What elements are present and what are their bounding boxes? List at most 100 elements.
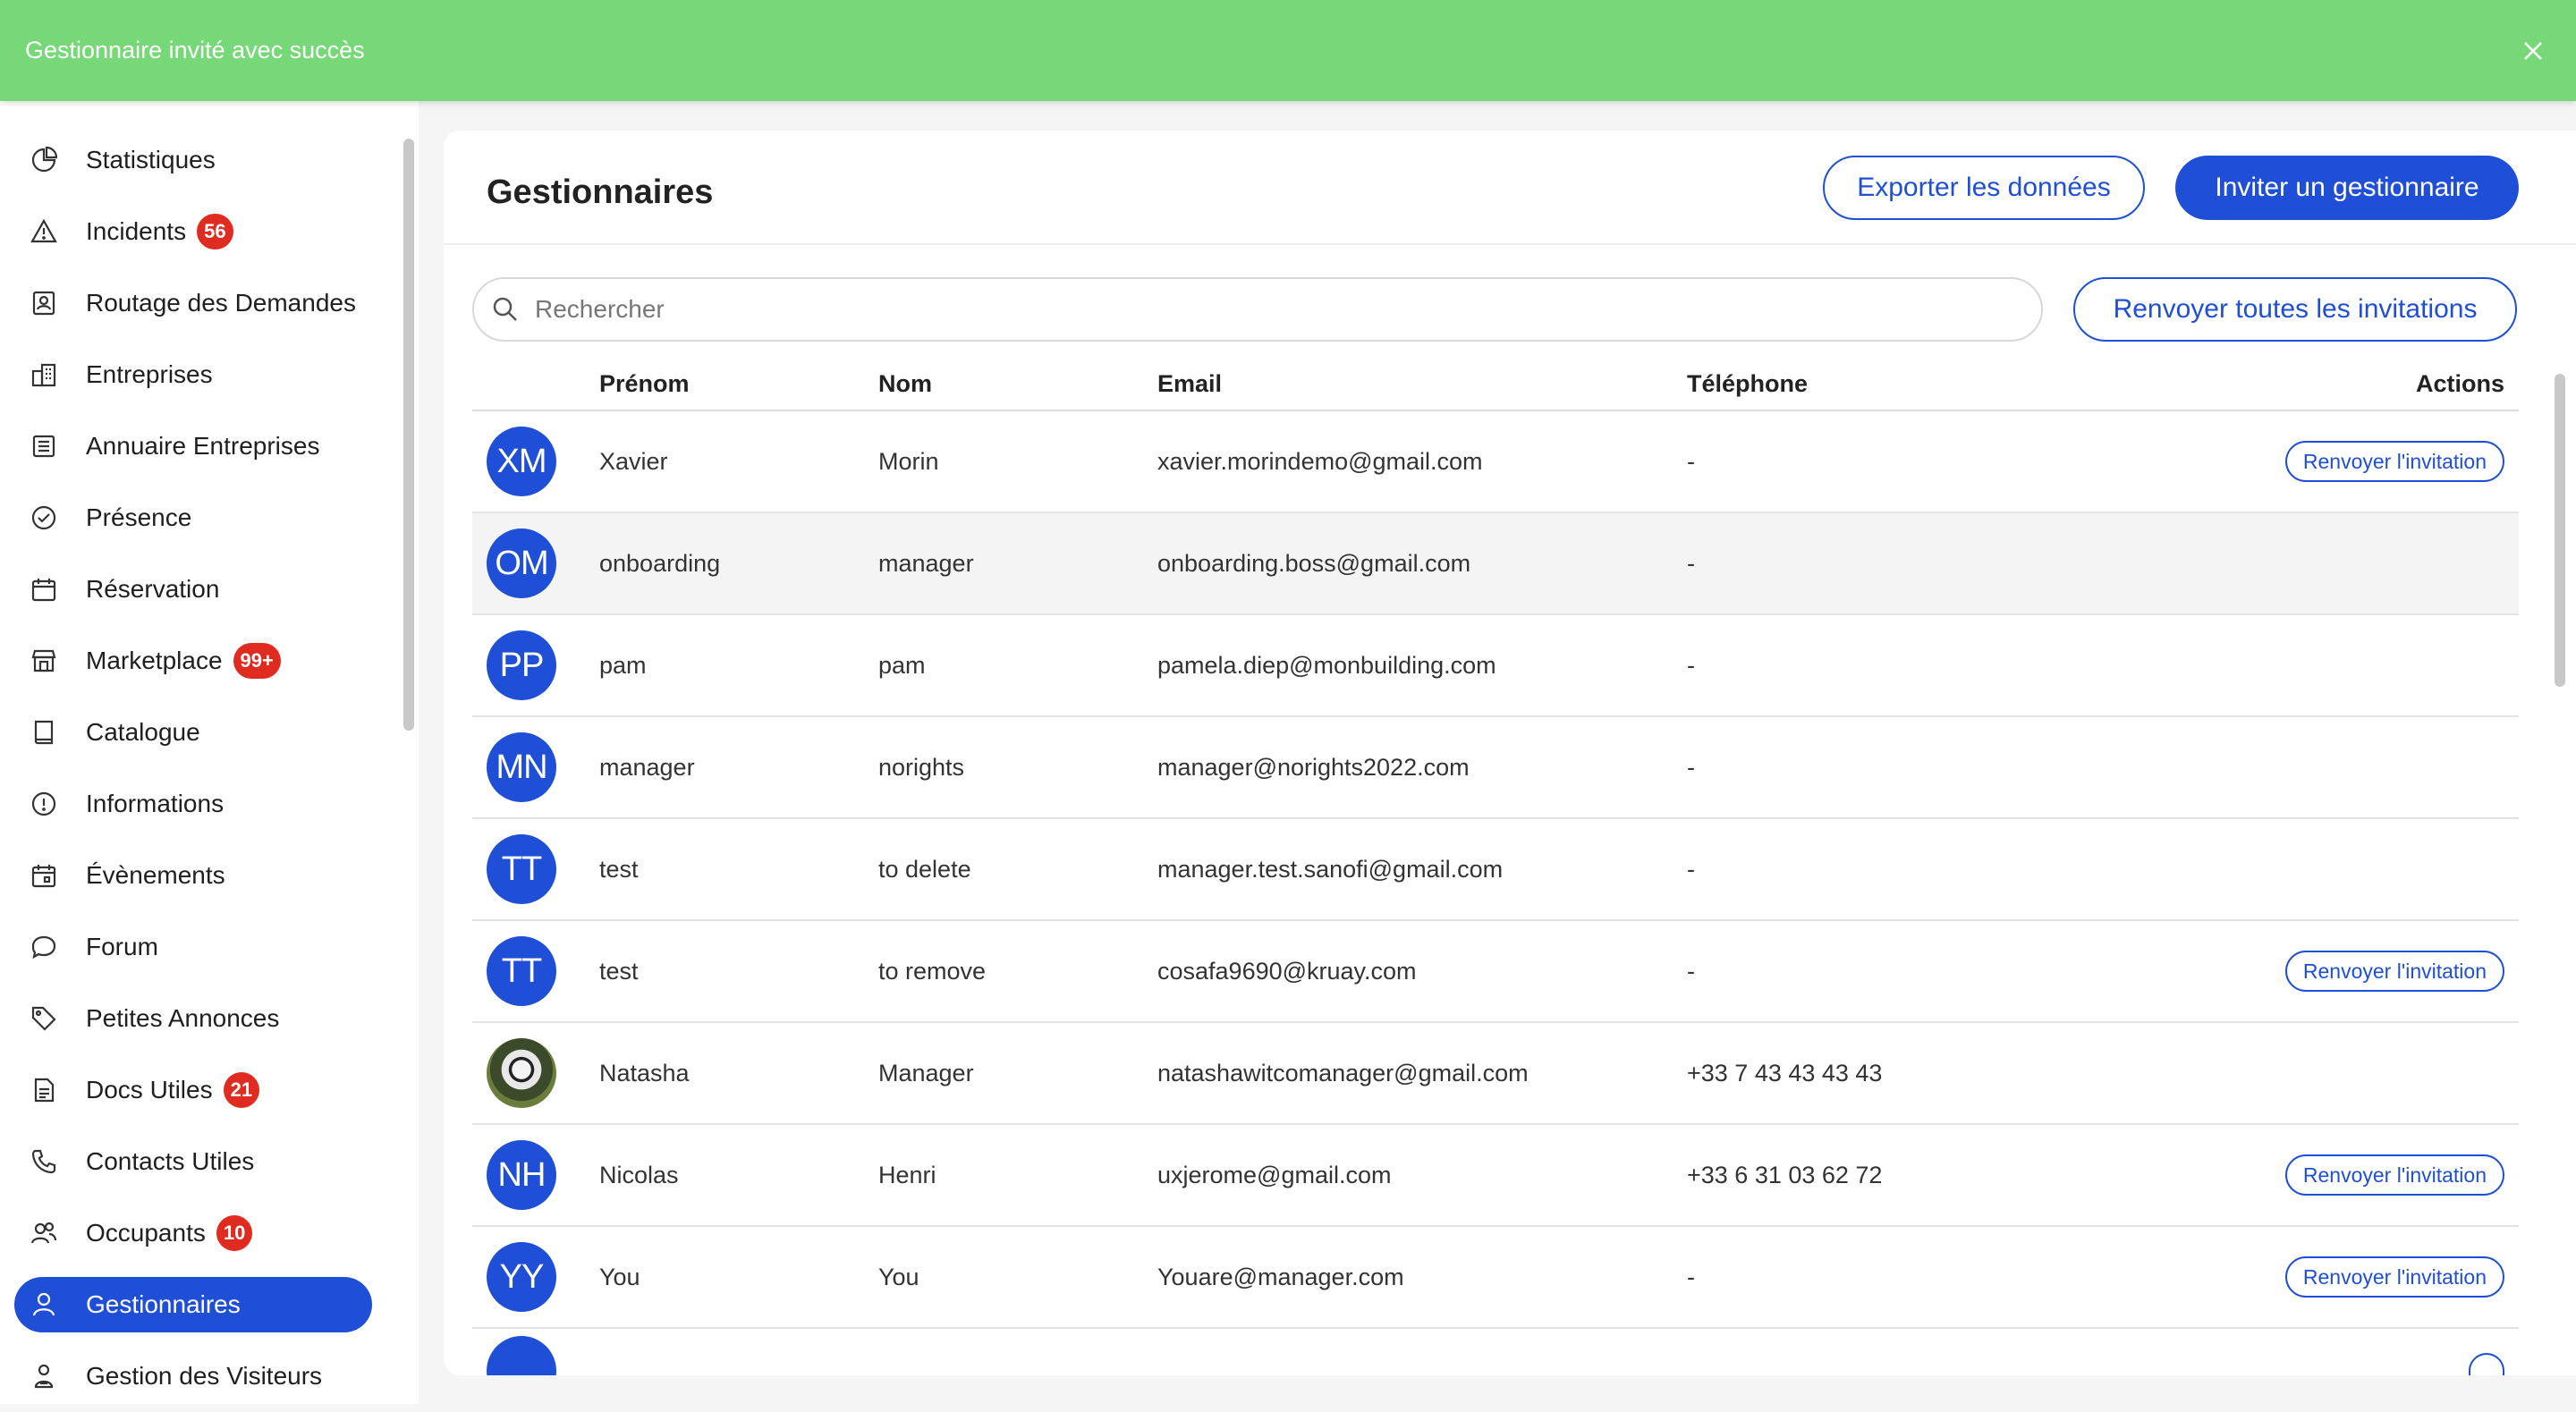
sidebar-item-evenements[interactable]: Évènements [14,840,372,911]
column-header-phone[interactable]: Téléphone [1687,370,2224,398]
resend-invitation-button[interactable]: Renvoyer l'invitation [2284,1256,2504,1298]
resend-all-invitations-button[interactable]: Renvoyer toutes les invitations [2073,277,2517,342]
sidebar-item-label: Entreprises [86,360,213,388]
sidebar-item-label: Réservation [86,575,220,603]
sidebar-item-marketplace[interactable]: Marketplace 99+ [14,625,372,697]
table-row[interactable]: TT test to delete manager.test.sanofi@gmail… [472,819,2519,921]
sidebar-item-occupants[interactable]: Occupants 10 [14,1197,372,1269]
chat-bubble-icon [29,932,59,962]
sidebar-item-label: Contacts Utiles [86,1147,255,1175]
table-row[interactable]: PP pam pam pamela.diep@monbuilding.com - [472,615,2519,717]
cell-actions: Renvoyer l'invitation [2224,951,2519,992]
sidebar-item-contacts-utiles[interactable]: Contacts Utiles [14,1126,372,1197]
phone-icon [29,1146,59,1177]
cell-lastname: Morin [878,447,939,475]
cell-lastname: to remove [878,957,987,985]
sidebar-item-label: Informations [86,790,225,817]
search-input[interactable] [535,295,1966,324]
document-icon [29,1075,59,1105]
check-circle-icon [29,503,59,533]
count-badge: 21 [223,1072,260,1108]
column-header-firstname[interactable]: Prénom [599,370,878,398]
cell-email: manager.test.sanofi@gmail.com [1157,855,1504,883]
sidebar-item-docs-utiles[interactable]: Docs Utiles 21 [14,1054,372,1126]
column-header-lastname[interactable]: Nom [878,370,1157,398]
table-row[interactable]: YY You You Youare@manager.com - Renvoyer l'in… [472,1227,2519,1329]
cell-actions: Renvoyer l'invitation [2224,1154,2519,1196]
sidebar-item-label: Occupants [86,1219,206,1247]
cell-firstname: manager [599,753,695,781]
toast-message: Gestionnaire invité avec succès [25,37,365,63]
search-icon [493,297,517,321]
search-box[interactable] [472,277,2043,342]
cell-actions: Renvoyer l'invitation [2224,1256,2519,1298]
cell-phone: - [1687,855,1695,883]
sidebar-item-statistiques[interactable]: Statistiques [14,124,372,196]
cell-email: cosafa9690@kruay.com [1157,957,1417,985]
avatar: PP [487,630,556,700]
close-icon[interactable] [2515,33,2551,69]
sidebar-nav: Statistiques Incidents 56 Routage des Deman… [14,124,372,1412]
cell-firstname: Xavier [599,447,668,475]
cell-email: onboarding.boss@gmail.com [1157,549,1471,577]
sidebar-item-reservation[interactable]: Réservation [14,554,372,625]
invite-manager-button[interactable]: Inviter un gestionnaire [2175,156,2519,220]
sidebar-item-incidents[interactable]: Incidents 56 [14,196,372,267]
sidebar-item-label: Évènements [86,861,225,889]
avatar: NH [487,1140,556,1210]
cell-lastname: pam [878,651,926,679]
cell-phone: - [1687,753,1695,781]
table-row[interactable]: OM onboarding manager onboarding.boss@gmail… [472,513,2519,615]
success-toast: Gestionnaire invité avec succès [0,0,2576,101]
sidebar-item-label: Présence [86,503,192,531]
buildings-icon [29,359,59,390]
sidebar-scrollbar[interactable] [403,139,414,731]
table-row[interactable]: NH Nicolas Henri uxjerome@gmail.com +33 6 31… [472,1125,2519,1227]
sidebar-item-label: Statistiques [86,146,216,173]
pie-chart-icon [29,145,59,175]
table-row[interactable] [472,1329,2519,1375]
sidebar-item-gestionnaires[interactable]: Gestionnaires [14,1277,372,1332]
sidebar-item-presence[interactable]: Présence [14,482,372,554]
page-header: Gestionnaires Exporter les données Invit… [444,131,2576,243]
table-row[interactable]: MN manager norights manager@norights2022.co… [472,717,2519,819]
cell-actions: Renvoyer l'invitation [2224,441,2519,482]
cell-firstname: Natasha [599,1059,690,1086]
sidebar-item-catalogue[interactable]: Catalogue [14,697,372,768]
sidebar-item-label: Gestionnaires [86,1290,241,1318]
export-data-button[interactable]: Exporter les données [1823,156,2145,220]
cell-lastname: Manager [878,1059,974,1086]
resend-invitation-button[interactable]: Renvoyer l'invitation [2284,1154,2504,1196]
table-row[interactable]: TT test to remove cosafa9690@kruay.com - Renv… [472,921,2519,1023]
column-header-email[interactable]: Email [1157,370,1687,398]
sidebar-item-informations[interactable]: Informations [14,768,372,840]
resend-invitation-button[interactable]: Renvoyer l'invitation [2284,951,2504,992]
sidebar-item-label: Routage des Demandes [86,289,356,317]
sidebar-item-forum[interactable]: Forum [14,911,372,983]
cell-lastname: manager [878,549,974,577]
cell-email: Youare@manager.com [1157,1263,1404,1290]
sidebar-item-annuaire-entreprises[interactable]: Annuaire Entreprises [14,410,372,482]
cell-phone: +33 6 31 03 62 72 [1687,1161,1883,1188]
resend-invitation-button[interactable]: Renvoyer l'invitation [2284,441,2504,482]
cell-firstname: Nicolas [599,1161,679,1188]
resend-invitation-button[interactable] [2469,1353,2504,1375]
user-icon [29,1289,59,1320]
table-row[interactable]: Natasha Manager natashawitcomanager@gmail.… [472,1023,2519,1125]
avatar [487,1038,556,1108]
contact-card-icon [29,288,59,318]
sidebar-item-petites-annonces[interactable]: Petites Annonces [14,983,372,1054]
table-scrollbar[interactable] [2555,374,2565,687]
cell-lastname: to delete [878,855,971,883]
cell-firstname: test [599,855,639,883]
table-row[interactable]: XM Xavier Morin xavier.morindemo@gmail.com -… [472,411,2519,513]
sidebar-item-routage-des-demandes[interactable]: Routage des Demandes [14,267,372,339]
table-body: XM Xavier Morin xavier.morindemo@gmail.com -… [472,411,2519,1329]
avatar [487,1336,556,1375]
sidebar-item-entreprises[interactable]: Entreprises [14,339,372,410]
cell-phone: - [1687,1263,1695,1290]
table-header: Prénom Nom Email Téléphone Actions [472,358,2519,411]
sidebar-item-gestion-des-visiteurs[interactable]: Gestion des Visiteurs [14,1340,372,1412]
main-panel: Gestionnaires Exporter les données Invit… [444,131,2576,1375]
managers-table: Prénom Nom Email Téléphone Actions XM Xav… [472,358,2519,1375]
